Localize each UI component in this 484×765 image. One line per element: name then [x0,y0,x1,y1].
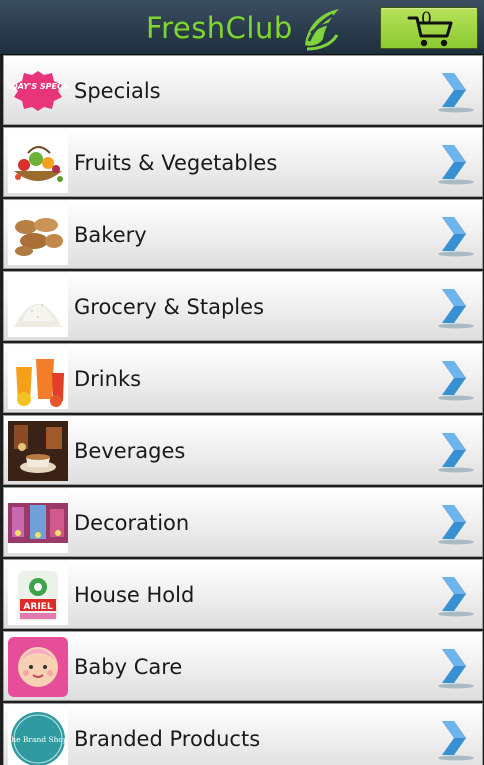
category-row-fruits-vegetables[interactable]: Fruits & Vegetables [3,127,483,197]
category-label: Specials [74,79,161,103]
category-row-decoration[interactable]: Decoration [3,487,483,557]
beverages-thumbnail [8,421,68,481]
category-row-specials[interactable]: TODAY'S SPECIAL Specials [3,55,483,125]
shopping-cart-icon [407,16,453,47]
chevron-right-icon [438,505,474,545]
house-hold-thumbnail: ARIEL [8,565,68,625]
top-bar: FreshClub 0 [0,0,484,55]
chevron-right-icon [438,721,474,761]
chevron-right-icon [438,361,474,401]
drinks-thumbnail [8,349,68,409]
category-label: Decoration [74,511,190,535]
category-label: Baby Care [74,655,183,679]
category-label: Fruits & Vegetables [74,151,278,175]
brand-name: FreshClub [146,11,293,45]
category-row-grocery-staples[interactable]: Grocery & Staples [3,271,483,341]
category-label: Branded Products [74,727,261,751]
grocery-staples-thumbnail [8,277,68,337]
house-hold-thumb-text: ARIEL [23,602,52,612]
category-label: House Hold [74,583,195,607]
specials-thumbnail: TODAY'S SPECIAL [8,61,68,121]
category-row-baby-care[interactable]: Baby Care [3,631,483,701]
chevron-right-icon [438,289,474,329]
category-list: TODAY'S SPECIAL Specials [3,55,483,765]
category-row-branded-products[interactable]: the Brand Shop Branded Products [3,703,483,765]
specials-thumb-text: TODAY'S SPECIAL [8,82,68,91]
brand: FreshClub [146,6,343,51]
decoration-thumbnail [8,493,68,553]
branded-thumb-text: the Brand Shop [8,735,68,744]
leaf-logo-icon [304,9,339,51]
category-label: Drinks [74,367,142,391]
fruits-vegetables-thumbnail [8,133,68,193]
chevron-right-icon [438,217,474,257]
category-label: Beverages [74,439,186,463]
chevron-right-icon [438,577,474,617]
category-row-beverages[interactable]: Beverages [3,415,483,485]
bakery-thumbnail [8,205,68,265]
chevron-right-icon [438,73,474,113]
baby-care-thumbnail [8,637,68,697]
cart-button[interactable]: 0 [380,7,478,49]
category-label: Bakery [74,223,147,247]
category-row-house-hold[interactable]: ARIEL House Hold [3,559,483,629]
category-label: Grocery & Staples [74,295,265,319]
chevron-right-icon [438,649,474,689]
category-row-drinks[interactable]: Drinks [3,343,483,413]
branded-products-thumbnail: the Brand Shop [8,709,68,765]
app-screen: FreshClub 0 TODAY'S SPECIAL [0,0,484,765]
chevron-right-icon [438,433,474,473]
chevron-right-icon [438,145,474,185]
category-row-bakery[interactable]: Bakery [3,199,483,269]
